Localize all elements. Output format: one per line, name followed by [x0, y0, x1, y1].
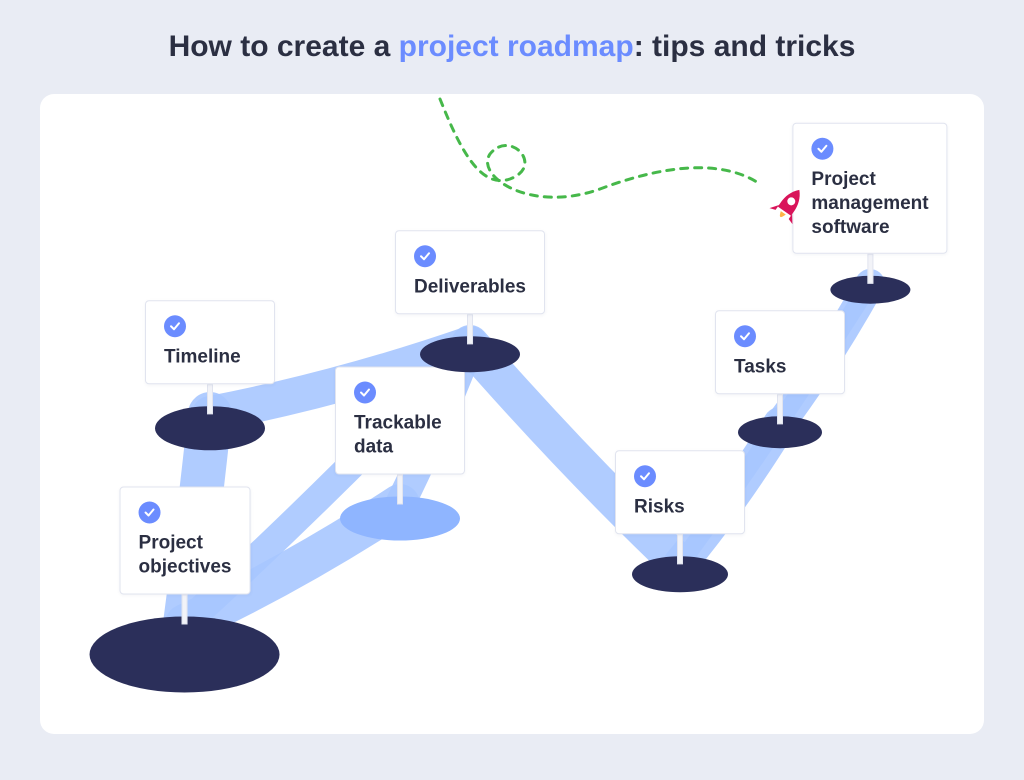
title-accent: project roadmap [399, 30, 634, 63]
check-icon [811, 138, 833, 160]
milestone-label: Project objectives [139, 532, 232, 580]
signpost [467, 314, 473, 344]
milestone-label: Deliverables [414, 275, 526, 299]
milestone-card: Project objectives [120, 487, 251, 595]
milestone-pm-software: Project management software [792, 123, 947, 254]
milestone-card: Tasks [715, 310, 845, 394]
signpost [207, 384, 213, 414]
check-icon [164, 315, 186, 337]
milestone-label: Risks [634, 495, 726, 519]
milestone-label: Timeline [164, 345, 256, 369]
milestone-card: Timeline [145, 300, 275, 384]
milestone-tasks: Tasks [715, 310, 845, 394]
title: How to create a project roadmap: tips an… [0, 0, 1024, 74]
signpost [397, 474, 403, 504]
title-post: : tips and tricks [634, 30, 856, 63]
milestone-deliverables: Deliverables [395, 230, 545, 314]
diagram-canvas: Project objectives Timeline Trackable data… [40, 94, 984, 734]
milestone-label: Project management software [811, 168, 928, 239]
milestone-card: Risks [615, 450, 745, 534]
milestone-label: Trackable data [354, 412, 446, 460]
milestone-timeline: Timeline [145, 300, 275, 384]
signpost [182, 594, 188, 624]
check-icon [734, 325, 756, 347]
check-icon [354, 382, 376, 404]
milestone-project-objectives: Project objectives [120, 487, 251, 595]
milestone-label: Tasks [734, 355, 826, 379]
title-pre: How to create a [169, 30, 399, 63]
check-icon [414, 245, 436, 267]
milestone-risks: Risks [615, 450, 745, 534]
signpost [777, 394, 783, 424]
milestone-card: Project management software [792, 123, 947, 254]
milestone-card: Trackable data [335, 367, 465, 475]
milestone-card: Deliverables [395, 230, 545, 314]
signpost [677, 534, 683, 564]
milestone-base [90, 616, 280, 692]
milestone-trackable-data: Trackable data [335, 367, 465, 475]
check-icon [139, 502, 161, 524]
signpost [867, 254, 873, 284]
check-icon [634, 465, 656, 487]
